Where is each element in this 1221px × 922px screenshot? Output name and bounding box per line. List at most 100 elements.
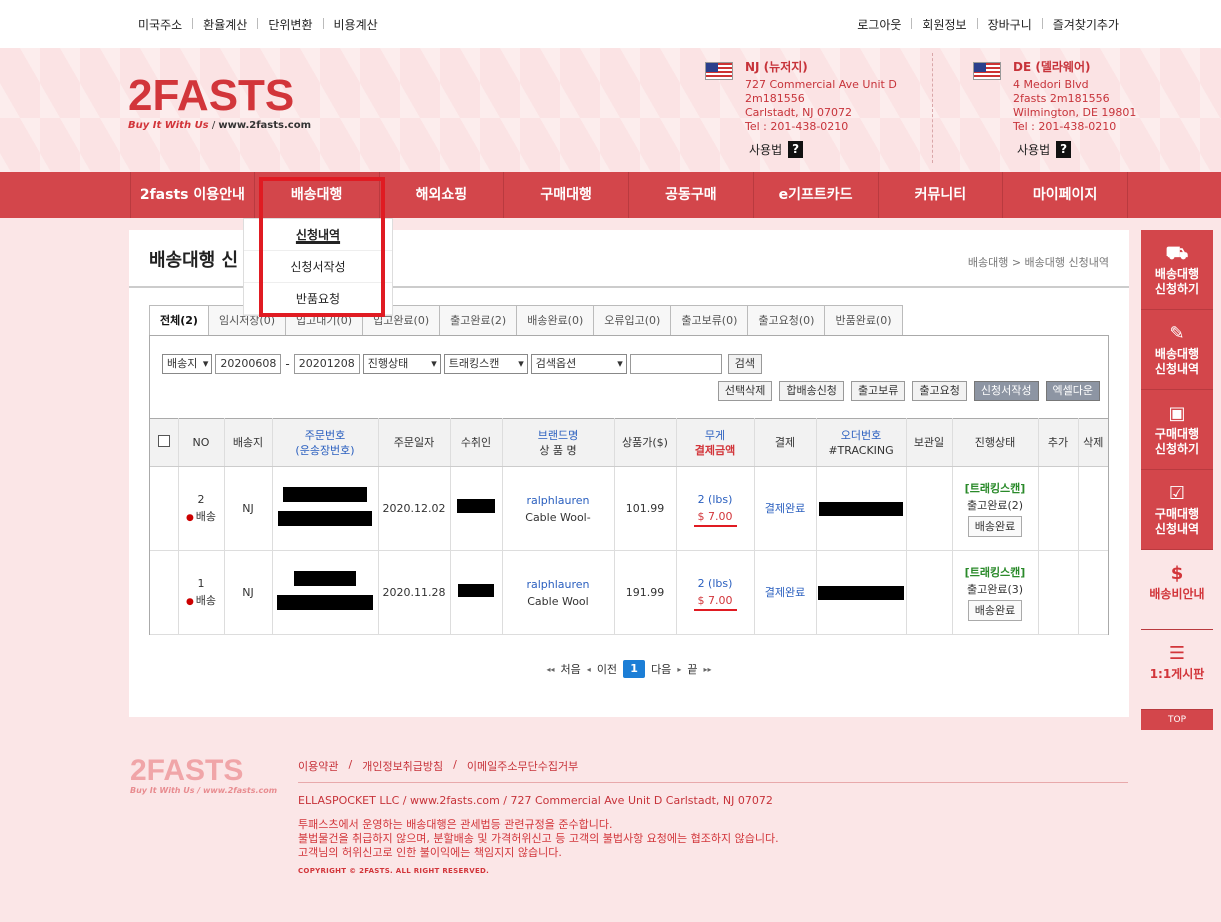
tracking-scan-link[interactable]: [트래킹스캔] bbox=[953, 480, 1038, 497]
sidebar-shipping-fee[interactable]: $ 배송비안내 bbox=[1141, 550, 1213, 630]
last-page-link[interactable]: 끝 bbox=[687, 661, 697, 677]
tab-returned[interactable]: 반품완료(0) bbox=[824, 305, 903, 335]
money-icon: $ bbox=[1170, 563, 1184, 584]
col-delete: 삭제 bbox=[1078, 418, 1108, 467]
dropdown-history[interactable]: 신청내역 bbox=[244, 219, 392, 251]
filter-bar: 배송지 20200608 - 20201208 진행상태 트래킹스캔 검색옵션 … bbox=[162, 354, 762, 374]
truck-icon: ⛟ bbox=[1165, 243, 1189, 264]
bookmark-link[interactable]: 즐겨찾기추가 bbox=[1053, 16, 1119, 33]
date-to-input[interactable]: 20201208 bbox=[293, 354, 360, 374]
footer-links: 이용약관 / 개인정보취급방침 / 이메일주소무단수집거부 bbox=[298, 758, 579, 774]
col-recipient: 수취인 bbox=[450, 418, 503, 467]
privacy-link[interactable]: 개인정보취급방침 bbox=[362, 758, 443, 774]
first-page-icon: ◂◂ bbox=[546, 664, 555, 674]
delivered-button[interactable]: 배송완료 bbox=[967, 600, 1023, 621]
member-info-link[interactable]: 회원정보 bbox=[922, 16, 966, 33]
col-order[interactable]: 주문번호 (운송장번호) bbox=[272, 418, 379, 467]
prev-page-link[interactable]: 이전 bbox=[597, 661, 617, 677]
usage-guide[interactable]: 사용법 ? bbox=[749, 141, 804, 158]
main-nav: 2fasts 이용안내 배송대행 해외쇼핑 구매대행 공동구매 e기프트카드 커… bbox=[0, 172, 1221, 218]
nav-overseas-shopping[interactable]: 해외쇼핑 bbox=[380, 172, 505, 218]
clipboard-icon: ☑ bbox=[1168, 483, 1186, 504]
help-icon[interactable]: ? bbox=[1056, 141, 1072, 158]
help-icon[interactable]: ? bbox=[788, 141, 804, 158]
logout-link[interactable]: 로그아웃 bbox=[857, 16, 901, 33]
next-page-link[interactable]: 다음 bbox=[651, 661, 671, 677]
address-lines: 727 Commercial Ave Unit D 2m181556 Carls… bbox=[745, 78, 897, 133]
table-row: 2 ● 배송 NJ 2020.12.02 ralphlauren Cable Wool… bbox=[150, 466, 1108, 551]
unit-convert-link[interactable]: 단위변환 bbox=[268, 16, 312, 33]
tab-delivered[interactable]: 배송완료(0) bbox=[516, 305, 595, 335]
select-all-checkbox[interactable] bbox=[157, 434, 170, 447]
sidebar-purchase-apply[interactable]: ▣ 구매대행 신청하기 bbox=[1141, 390, 1213, 470]
table-row: 1 ● 배송 NJ 2020.11.28 ralphlauren Cable Wool… bbox=[150, 550, 1108, 635]
dropdown-write[interactable]: 신청서작성 bbox=[244, 251, 392, 283]
search-input[interactable] bbox=[629, 354, 722, 374]
delivered-button[interactable]: 배송완료 bbox=[967, 516, 1023, 537]
write-form-button[interactable]: 신청서작성 bbox=[973, 381, 1039, 401]
site-footer: 2FASTS Buy It With Us / www.2fasts.com 이… bbox=[0, 730, 1221, 922]
site-logo[interactable]: 2FASTS Buy It With Us / www.2fasts.com bbox=[128, 71, 311, 132]
tab-hold[interactable]: 출고보류(0) bbox=[670, 305, 749, 335]
cost-calc-link[interactable]: 비용계산 bbox=[334, 16, 378, 33]
cart-link[interactable]: 장바구니 bbox=[988, 16, 1032, 33]
nav-guide[interactable]: 2fasts 이용안내 bbox=[130, 172, 255, 218]
col-status: 진행상태 bbox=[952, 418, 1039, 467]
sidebar-purchase-history[interactable]: ☑ 구매대행 신청내역 bbox=[1141, 470, 1213, 550]
sidebar-qna-board[interactable]: ☰ 1:1게시판 bbox=[1141, 630, 1213, 710]
pagination: ◂◂ 처음 ◂ 이전 1 다음 ▸ 끝 ▸▸ bbox=[129, 660, 1129, 678]
nav-shipping-agent[interactable]: 배송대행 bbox=[255, 172, 380, 218]
nav-community[interactable]: 커뮤니티 bbox=[879, 172, 1004, 218]
us-address-link[interactable]: 미국주소 bbox=[138, 16, 182, 33]
tab-request[interactable]: 출고요청(0) bbox=[747, 305, 826, 335]
exchange-calc-link[interactable]: 환율계산 bbox=[203, 16, 247, 33]
nav-egift-card[interactable]: e기프트카드 bbox=[754, 172, 879, 218]
sidebar-shipping-apply[interactable]: ⛟ 배송대행 신청하기 bbox=[1141, 230, 1213, 310]
search-button[interactable]: 검색 bbox=[727, 354, 762, 374]
first-page-link[interactable]: 처음 bbox=[561, 661, 581, 677]
email-refuse-link[interactable]: 이메일주소무단수집거부 bbox=[467, 758, 578, 774]
brand-link[interactable]: ralphlauren bbox=[503, 492, 614, 509]
sidebar-shipping-history[interactable]: ✎ 배송대행 신청내역 bbox=[1141, 310, 1213, 390]
tab-shipped[interactable]: 출고완료(2) bbox=[439, 305, 518, 335]
nav-purchase-agent[interactable]: 구매대행 bbox=[504, 172, 629, 218]
next-page-icon: ▸ bbox=[677, 664, 682, 674]
utility-links-right: 로그아웃 회원정보 장바구니 즐겨찾기추가 bbox=[857, 16, 1119, 33]
date-from-input[interactable]: 20200608 bbox=[215, 354, 282, 374]
nav-mypage[interactable]: 마이페이지 bbox=[1003, 172, 1128, 218]
bag-icon: ▣ bbox=[1168, 403, 1186, 424]
footer-logo: 2FASTS Buy It With Us / www.2fasts.com bbox=[130, 754, 278, 796]
hold-shipment-button[interactable]: 출고보류 bbox=[850, 381, 906, 401]
request-shipment-button[interactable]: 출고요청 bbox=[912, 381, 967, 401]
brand-link[interactable]: ralphlauren bbox=[503, 576, 614, 593]
col-add: 추가 bbox=[1038, 418, 1079, 467]
tab-error[interactable]: 오류입고(0) bbox=[593, 305, 672, 335]
combined-shipping-button[interactable]: 합배송신청 bbox=[779, 381, 844, 401]
order-number-redacted[interactable] bbox=[272, 466, 379, 551]
col-dest: 배송지 bbox=[224, 418, 273, 467]
tracking-scan-select[interactable]: 트래킹스캔 bbox=[443, 354, 528, 374]
last-page-icon: ▸▸ bbox=[703, 664, 712, 674]
terms-link[interactable]: 이용약관 bbox=[298, 758, 338, 774]
payment-status[interactable]: 결제완료 bbox=[754, 466, 817, 551]
recipient-redacted bbox=[450, 550, 503, 635]
usage-guide[interactable]: 사용법 ? bbox=[1017, 141, 1072, 158]
footer-notice: 투패스츠에서 운영하는 배송대행은 관세법등 관련규정을 준수합니다. 불법물건… bbox=[298, 818, 779, 859]
status-select[interactable]: 진행상태 bbox=[362, 354, 441, 374]
table-header-row: NO 배송지 주문번호 (운송장번호) 주문일자 수취인 브랜드명 상 품 명 상품… bbox=[150, 418, 1108, 467]
tab-all[interactable]: 전체(2) bbox=[149, 305, 209, 336]
col-price: 상품가($) bbox=[614, 418, 677, 467]
destination-select[interactable]: 배송지 bbox=[162, 354, 213, 374]
dropdown-return[interactable]: 반품요청 bbox=[244, 283, 392, 315]
nav-group-buy[interactable]: 공동구매 bbox=[629, 172, 754, 218]
current-page[interactable]: 1 bbox=[623, 660, 646, 678]
order-number-redacted[interactable] bbox=[272, 550, 379, 635]
scroll-top-button[interactable]: TOP bbox=[1141, 710, 1213, 730]
delete-selected-button[interactable]: 선택삭제 bbox=[717, 381, 773, 401]
logo-text: 2FASTS bbox=[128, 71, 295, 120]
excel-download-button[interactable]: 엑셀다운 bbox=[1045, 381, 1100, 401]
tracking-scan-link[interactable]: [트래킹스캔] bbox=[953, 564, 1038, 581]
payment-status[interactable]: 결제완료 bbox=[754, 550, 817, 635]
search-option-select[interactable]: 검색옵션 bbox=[530, 354, 627, 374]
col-weight: 무게 결제금액 bbox=[676, 418, 755, 467]
